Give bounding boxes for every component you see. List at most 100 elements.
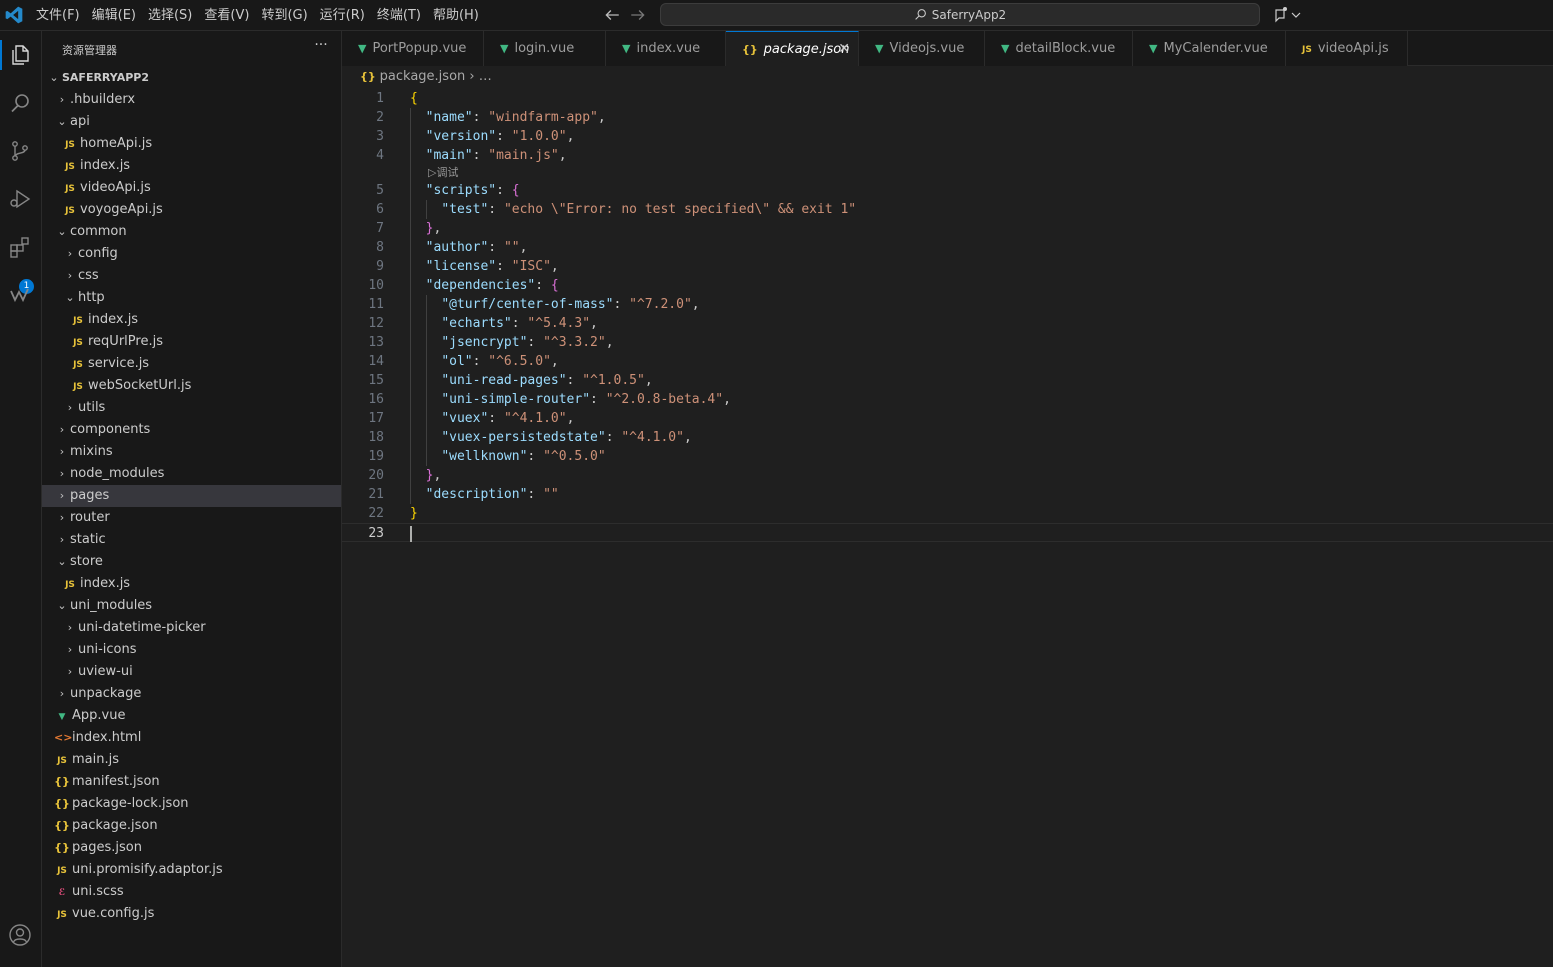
debug-codelens-link[interactable]: ▷调试 xyxy=(428,165,458,181)
menu-run[interactable]: 运行(R) xyxy=(314,0,371,31)
tab-detailblock-vue[interactable]: ▼ detailBlock.vue xyxy=(985,31,1133,66)
tree-folder[interactable]: › mixins xyxy=(42,441,341,463)
menu-go[interactable]: 转到(G) xyxy=(255,0,313,31)
file-tree: ⌄ SAFERRYAPP2 › .hbuilderx ⌄ api JS homeApi.js… xyxy=(42,67,341,925)
menu-selection[interactable]: 选择(S) xyxy=(142,0,198,31)
tree-file[interactable]: {} package-lock.json xyxy=(42,793,341,815)
line-number: 9 xyxy=(376,259,384,274)
tree-folder[interactable]: › uview-ui xyxy=(42,661,341,683)
copilot-chevron-icon[interactable] xyxy=(1272,5,1306,25)
tree-folder[interactable]: ⌄ common xyxy=(42,221,341,243)
source-control-icon[interactable] xyxy=(5,136,35,166)
tree-folder[interactable]: ⌄ api xyxy=(42,111,341,133)
search-icon[interactable] xyxy=(5,88,35,118)
tree-file[interactable]: JS service.js xyxy=(42,353,341,375)
tree-file[interactable]: JS uni.promisify.adaptor.js xyxy=(42,859,341,881)
tree-file[interactable]: JS videoApi.js xyxy=(42,177,341,199)
close-icon[interactable]: ✕ xyxy=(838,32,850,67)
tree-folder[interactable]: › static xyxy=(42,529,341,551)
code-line: 6 "test": "echo \"Error: no test specifi… xyxy=(342,200,1553,219)
line-content: "wellknown": "^0.5.0" xyxy=(410,447,605,466)
run-debug-icon[interactable] xyxy=(5,184,35,214)
line-number: 6 xyxy=(376,202,384,217)
tree-file[interactable]: ℰuni.scss xyxy=(42,881,341,903)
menu-edit[interactable]: 编辑(E) xyxy=(86,0,142,31)
tab-package-json[interactable]: {} package.json ✕ xyxy=(726,31,859,66)
code-token: } xyxy=(410,506,418,521)
breadcrumb-symbol[interactable]: … xyxy=(479,69,492,84)
line-content: "scripts": { xyxy=(410,181,520,200)
tree-folder[interactable]: › .hbuilderx xyxy=(42,89,341,111)
code-token: : xyxy=(566,373,583,388)
tree-file[interactable]: {} manifest.json xyxy=(42,771,341,793)
tab-videojs-vue[interactable]: ▼ Videojs.vue xyxy=(859,31,985,66)
command-center-search[interactable]: SaferryApp2 xyxy=(660,3,1260,26)
tree-file[interactable]: JS index.js xyxy=(42,155,341,177)
tree-file[interactable]: JS index.js xyxy=(42,309,341,331)
tree-folder[interactable]: › pages xyxy=(42,485,341,507)
workspace-name: SaferryApp2 xyxy=(931,7,1007,22)
menu-terminal[interactable]: 终端(T) xyxy=(371,0,427,31)
code-token: : xyxy=(527,335,544,350)
tree-folder[interactable]: ⌄ store xyxy=(42,551,341,573)
menu-help[interactable]: 帮助(H) xyxy=(427,0,485,31)
tree-file[interactable]: <>index.html xyxy=(42,727,341,749)
menu-file[interactable]: 文件(F) xyxy=(30,0,86,31)
tree-item-label: pages xyxy=(70,488,110,503)
line-number: 7 xyxy=(376,221,384,236)
account-icon[interactable] xyxy=(5,920,35,950)
js-file-icon: JS xyxy=(73,316,83,326)
chevron-right-icon: › xyxy=(67,247,73,260)
tree-item-label: index.js xyxy=(80,158,131,173)
breadcrumb-file[interactable]: package.json xyxy=(380,69,466,84)
wakatime-icon[interactable] xyxy=(5,280,35,310)
line-number: 5 xyxy=(376,183,384,198)
tab-portpopup-vue[interactable]: ▼ PortPopup.vue xyxy=(342,31,484,66)
tree-folder[interactable]: › unpackage xyxy=(42,683,341,705)
tree-folder[interactable]: ⌄ http xyxy=(42,287,341,309)
tree-folder[interactable]: › config xyxy=(42,243,341,265)
more-actions-icon[interactable]: ··· xyxy=(310,37,332,57)
code-token: : xyxy=(496,259,512,274)
line-content: "vuex": "^4.1.0", xyxy=(410,409,574,428)
tree-folder[interactable]: › node_modules xyxy=(42,463,341,485)
chevron-right-icon: › xyxy=(59,93,65,106)
tree-file[interactable]: JS reqUrlPre.js xyxy=(42,331,341,353)
tree-folder[interactable]: › uni-icons xyxy=(42,639,341,661)
tree-folder[interactable]: › uni-datetime-picker xyxy=(42,617,341,639)
tree-folder[interactable]: › utils xyxy=(42,397,341,419)
menu-view[interactable]: 查看(V) xyxy=(198,0,255,31)
code-token: , xyxy=(723,392,731,407)
tree-folder[interactable]: › css xyxy=(42,265,341,287)
code-editor[interactable]: 1{2 "name": "windfarm-app", 3 "version": … xyxy=(342,89,1553,542)
tree-item-label: common xyxy=(70,224,127,239)
line-content: { xyxy=(410,89,418,108)
workspace-root[interactable]: ⌄ SAFERRYAPP2 xyxy=(42,67,341,89)
tree-file[interactable]: JS homeApi.js xyxy=(42,133,341,155)
html-file-icon: <> xyxy=(54,731,73,744)
code-token: , xyxy=(558,148,567,163)
tab-index-vue[interactable]: ▼ index.vue xyxy=(606,31,726,66)
extensions-icon[interactable] xyxy=(5,232,35,262)
tree-file[interactable]: {} pages.json xyxy=(42,837,341,859)
tree-file[interactable]: JS webSocketUrl.js xyxy=(42,375,341,397)
tree-file[interactable]: JS vue.config.js xyxy=(42,903,341,925)
tab-videoapi-js[interactable]: JS videoApi.js xyxy=(1286,31,1408,66)
explorer-icon[interactable] xyxy=(0,40,35,70)
back-arrow-icon[interactable] xyxy=(603,6,621,24)
tree-file[interactable]: JS index.js xyxy=(42,573,341,595)
tree-file[interactable]: ▼ App.vue xyxy=(42,705,341,727)
tree-file[interactable]: JS main.js xyxy=(42,749,341,771)
chevron-right-icon: › xyxy=(59,467,65,480)
tree-file[interactable]: {} package.json xyxy=(42,815,341,837)
tree-folder[interactable]: › router xyxy=(42,507,341,529)
tree-folder[interactable]: › components xyxy=(42,419,341,441)
forward-arrow-icon[interactable] xyxy=(629,6,647,24)
tree-file[interactable]: JS voyogeApi.js xyxy=(42,199,341,221)
code-token: , xyxy=(566,129,575,144)
tree-folder[interactable]: ⌄ uni_modules xyxy=(42,595,341,617)
code-token: "description" xyxy=(425,487,528,502)
tab-login-vue[interactable]: ▼ login.vue xyxy=(484,31,606,66)
tab-mycalender-vue[interactable]: ▼ MyCalender.vue xyxy=(1133,31,1286,66)
